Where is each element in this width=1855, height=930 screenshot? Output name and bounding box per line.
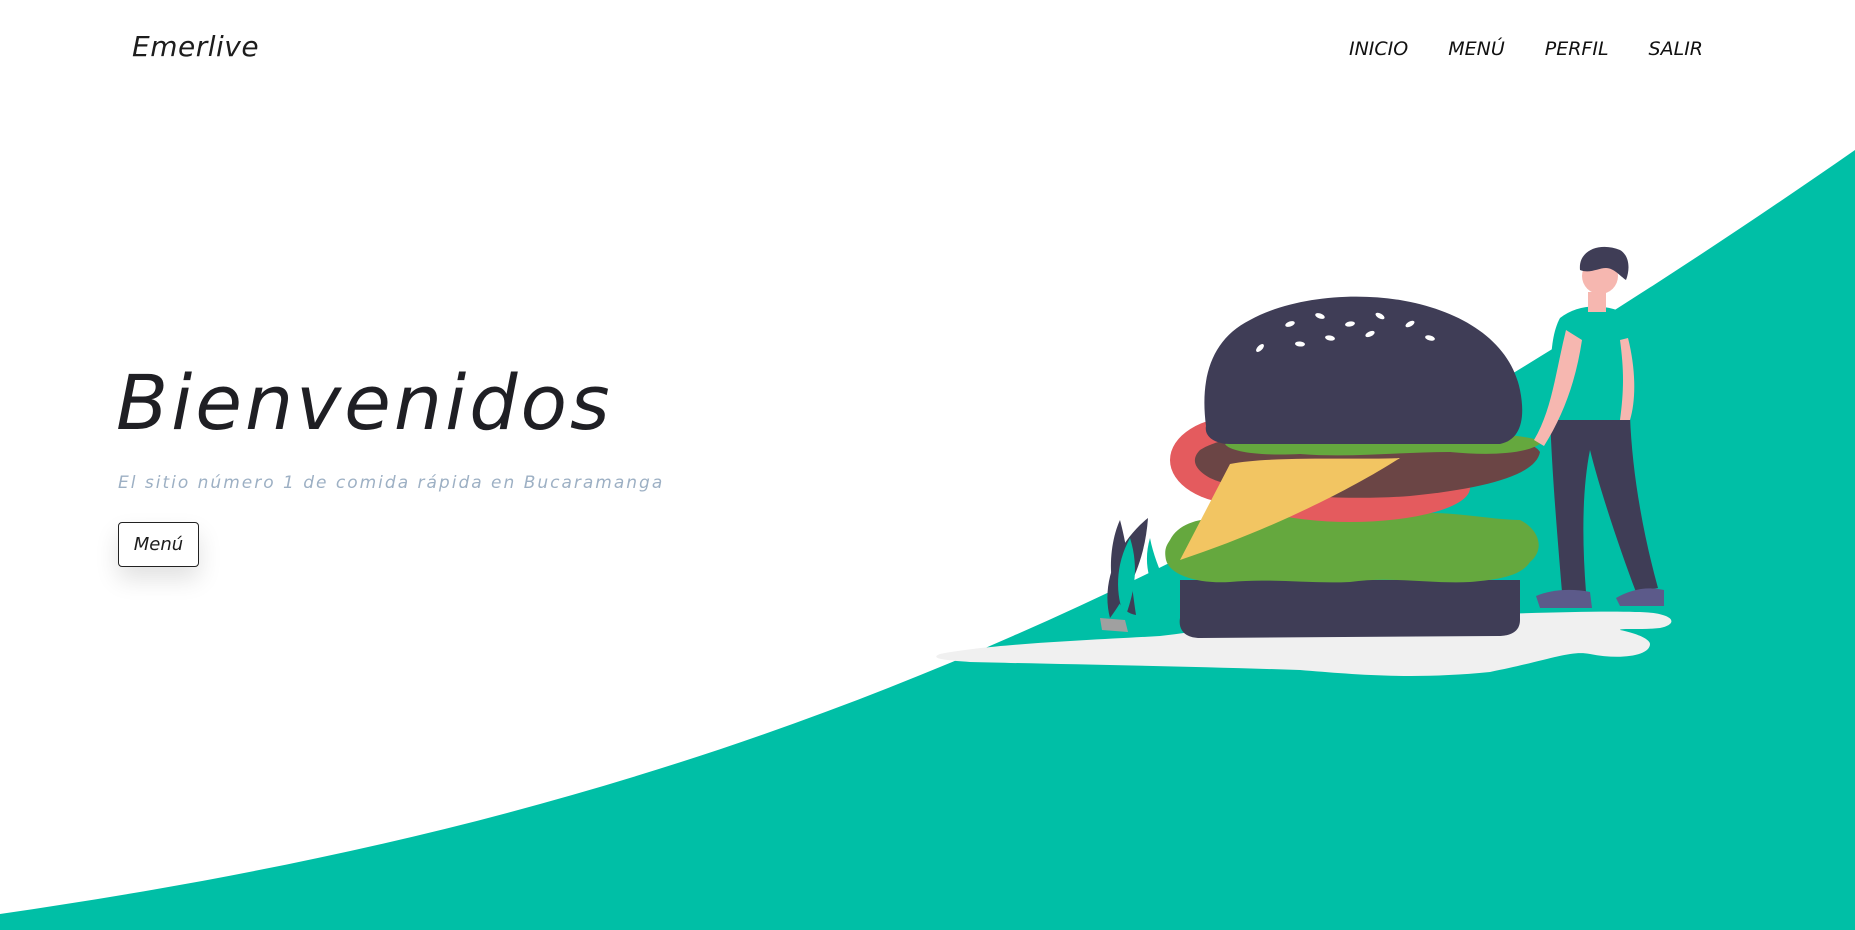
hero-subtitle: El sitio número 1 de comida rápida en Bu… [118, 473, 665, 493]
burger-illustration [936, 246, 1672, 676]
person-figure [1534, 246, 1664, 608]
hero-title: Bienvenidos [116, 358, 613, 447]
menu-button[interactable]: Menú [118, 522, 199, 567]
nav-item-menu[interactable]: MENÚ [1448, 38, 1505, 60]
nav-item-salir[interactable]: SALIR [1649, 38, 1703, 60]
nav-item-inicio[interactable]: INICIO [1349, 38, 1408, 60]
navbar: Emerlive INICIO MENÚ PERFIL SALIR [0, 0, 1855, 100]
top-bun [1204, 296, 1523, 444]
bottom-bun [1179, 580, 1520, 638]
nav-links: INICIO MENÚ PERFIL SALIR [1349, 38, 1703, 60]
landing-page: Emerlive INICIO MENÚ PERFIL SALIR Bienve… [0, 0, 1855, 930]
nav-item-perfil[interactable]: PERFIL [1545, 38, 1609, 60]
brand-logo[interactable]: Emerlive [132, 30, 259, 63]
